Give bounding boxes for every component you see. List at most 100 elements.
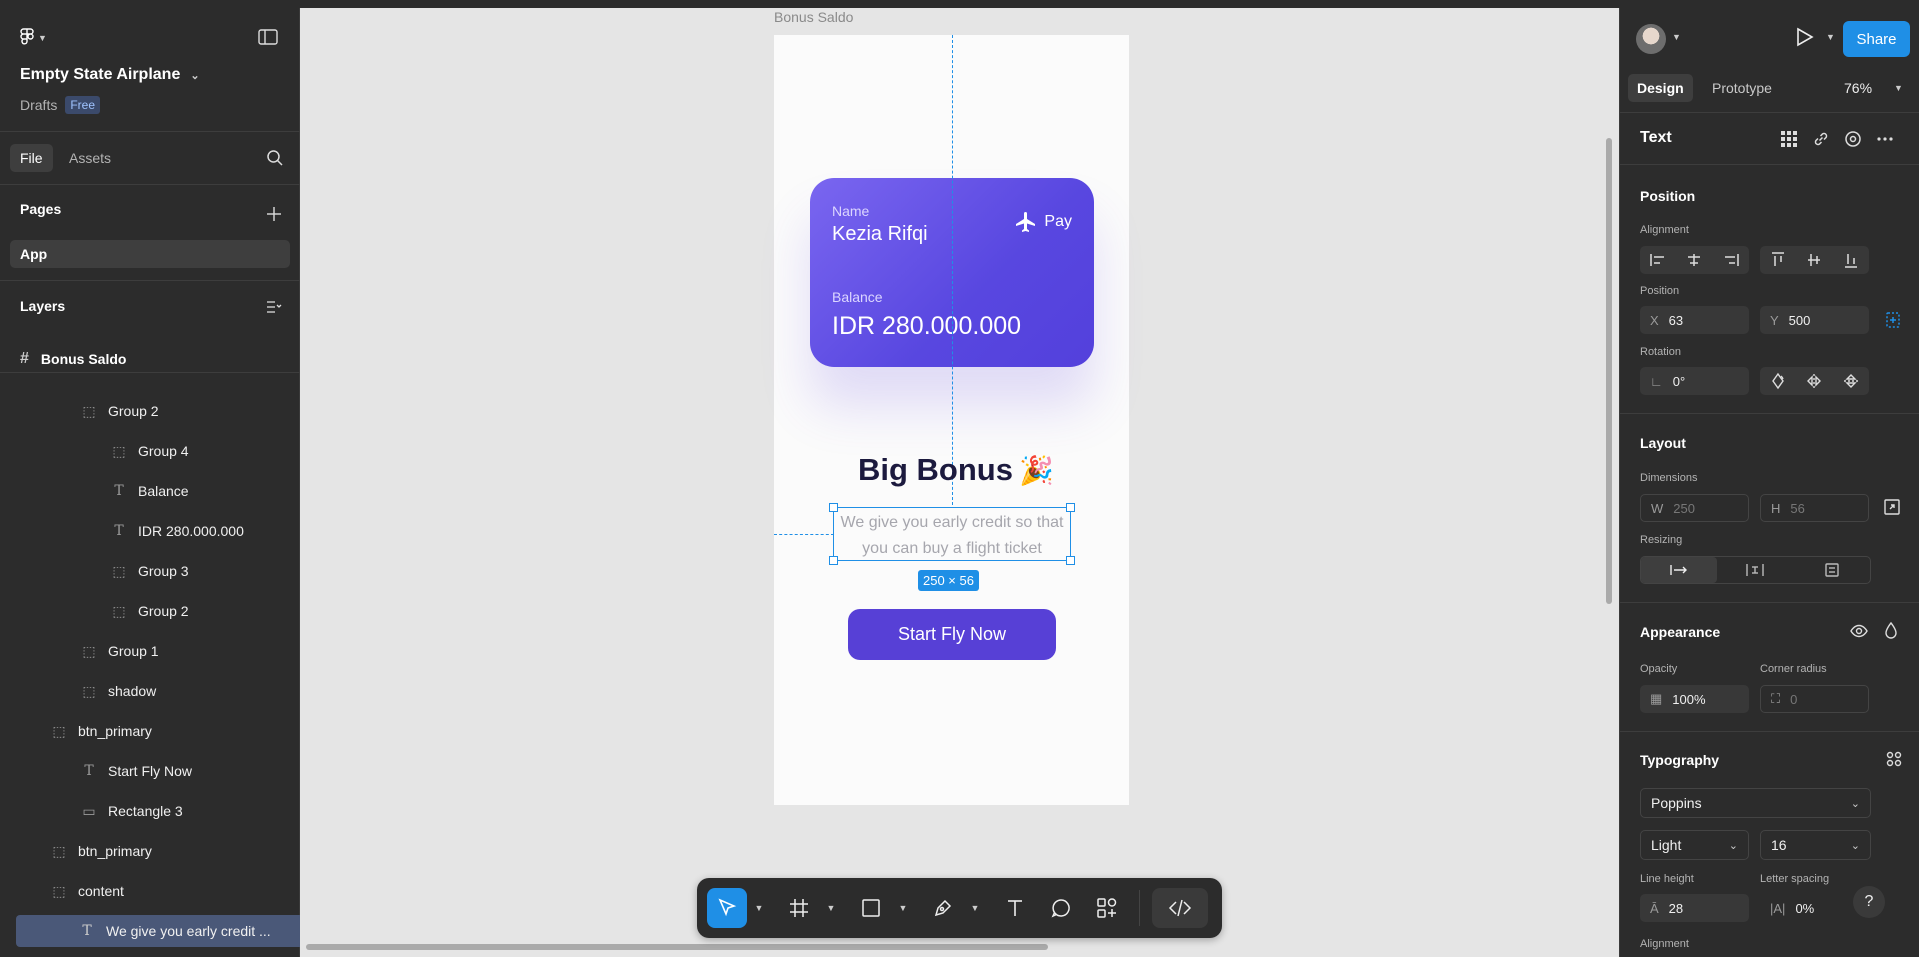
rotate-button[interactable] [1760,367,1796,395]
more-icon[interactable] [1876,130,1894,153]
fixed-size-button[interactable] [1794,557,1870,583]
rotation-field[interactable]: ∟ 0° [1640,367,1749,395]
align-middle-button[interactable] [1796,246,1832,274]
blend-mode-button[interactable] [1884,621,1898,644]
resize-handle-bottom-left[interactable] [829,556,838,565]
page-item-app[interactable]: App [10,240,290,268]
start-fly-now-button[interactable]: Start Fly Now [848,609,1056,660]
layer-row[interactable]: ⬚ Group 3 [112,555,188,587]
height-field[interactable]: H 56 [1760,494,1869,522]
move-tool-button[interactable] [707,888,747,928]
flip-horizontal-button[interactable] [1796,367,1832,395]
chevron-down-icon[interactable]: ▼ [897,903,909,913]
layer-frame-bonus-saldo[interactable]: # Bonus Saldo [20,350,126,368]
search-layers-button[interactable] [266,149,284,172]
layer-row[interactable]: ⬚ Group 2 [112,595,189,627]
resize-handle-bottom-right[interactable] [1066,556,1075,565]
line-height-field[interactable]: Ā 28 [1640,894,1749,922]
help-button[interactable]: ? [1853,886,1885,918]
question-mark-icon: ? [1864,893,1874,910]
tab-prototype[interactable]: Prototype [1712,80,1772,96]
flip-vertical-button[interactable] [1833,367,1869,395]
comment-tool-button[interactable] [1041,888,1081,928]
main-menu-button[interactable]: ▼ [20,28,47,48]
chevron-down-icon[interactable]: ▼ [1894,83,1903,93]
align-right-button[interactable] [1713,246,1749,274]
sidebar-icon [258,29,278,45]
layer-row[interactable]: ⬚ Group 4 [112,435,188,467]
chevron-down-icon[interactable]: ▼ [1826,32,1835,42]
layer-row-selected[interactable]: T We give you early credit ... [16,915,300,947]
align-left-button[interactable] [1640,246,1676,274]
drafts-link[interactable]: Drafts [20,97,57,113]
vertical-scrollbar[interactable] [1606,138,1612,604]
layer-row[interactable]: ▭ Rectangle 3 [82,795,182,827]
layer-row[interactable]: ⬚ Group 1 [82,635,158,667]
layer-label: Group 2 [138,603,189,619]
tab-assets[interactable]: Assets [69,150,111,166]
grid-icon[interactable] [1780,130,1798,153]
y-position-field[interactable]: Y 500 [1760,306,1869,334]
big-bonus-title[interactable]: Big Bonus 🎉 [858,452,1054,488]
horizontal-scrollbar[interactable] [306,944,1048,950]
layer-row[interactable]: T IDR 280.000.000 [112,515,244,547]
letter-spacing-icon: |A| [1770,900,1786,916]
text-tool-button[interactable] [995,888,1035,928]
auto-height-button[interactable] [1717,557,1793,583]
zoom-level[interactable]: 76% [1844,80,1872,96]
align-bottom-button[interactable] [1833,246,1869,274]
layer-row[interactable]: ⬚ Group 2 [82,395,158,427]
rectangle-tool-button[interactable] [851,888,891,928]
text-styles-button[interactable] [1886,751,1902,772]
link-icon[interactable] [1812,130,1830,153]
align-center-button[interactable] [1676,246,1712,274]
chevron-down-icon[interactable]: ▼ [753,903,765,913]
tab-file[interactable]: File [10,144,53,172]
layer-row[interactable]: T Balance [112,475,188,507]
add-page-button[interactable] [266,206,282,225]
divider [1620,112,1919,113]
toggle-visibility-button[interactable] [1850,624,1868,643]
layer-row[interactable]: ⬚ btn_primary [52,835,152,867]
height-value: 56 [1790,500,1805,516]
layer-row[interactable]: T Start Fly Now [82,755,192,787]
cursor-icon [718,898,737,917]
width-field[interactable]: W 250 [1640,494,1749,522]
chevron-down-icon[interactable]: ▼ [969,903,981,913]
collapse-layers-button[interactable] [266,300,282,319]
frame-label[interactable]: Bonus Saldo [774,9,853,25]
align-top-button[interactable] [1760,246,1796,274]
font-family-select[interactable]: Poppins ⌄ [1640,788,1871,818]
rotate-icon [1772,372,1785,390]
component-icon[interactable] [1844,130,1862,153]
dev-mode-button[interactable] [1152,888,1208,928]
constraints-button[interactable] [1884,312,1902,333]
font-weight-select[interactable]: Light ⌄ [1640,830,1749,860]
plus-icon [267,207,281,221]
resize-handle-top-right[interactable] [1066,503,1075,512]
frame-tool-button[interactable] [779,888,819,928]
tab-design[interactable]: Design [1628,74,1693,102]
layer-row[interactable]: ⬚ shadow [82,675,156,707]
font-size-select[interactable]: 16 ⌄ [1760,830,1871,860]
present-button[interactable] [1796,27,1814,52]
pen-tool-button[interactable] [923,888,963,928]
user-avatar[interactable] [1636,24,1666,54]
actions-button[interactable] [1087,888,1127,928]
corner-radius-field[interactable]: ⛶ 0 [1760,685,1869,713]
layer-row[interactable]: ⬚ content [52,875,124,907]
opacity-field[interactable]: ▦ 100% [1640,685,1749,713]
chevron-down-icon[interactable]: ▼ [1672,32,1681,42]
layer-row[interactable]: ⬚ btn_primary [52,715,152,747]
file-title[interactable]: Empty State Airplane ⌄ [20,66,200,84]
card-name-value: Kezia Rifqi [832,223,928,245]
letter-spacing-field[interactable]: |A| 0% [1760,894,1840,922]
auto-width-button[interactable] [1641,557,1718,583]
share-button[interactable]: Share [1843,21,1910,57]
code-icon [1168,899,1192,917]
toggle-sidebar-button[interactable] [258,29,278,50]
x-position-field[interactable]: X 63 [1640,306,1749,334]
chevron-down-icon[interactable]: ▼ [825,903,837,913]
resize-to-fit-button[interactable] [1884,499,1900,520]
resize-handle-top-left[interactable] [829,503,838,512]
